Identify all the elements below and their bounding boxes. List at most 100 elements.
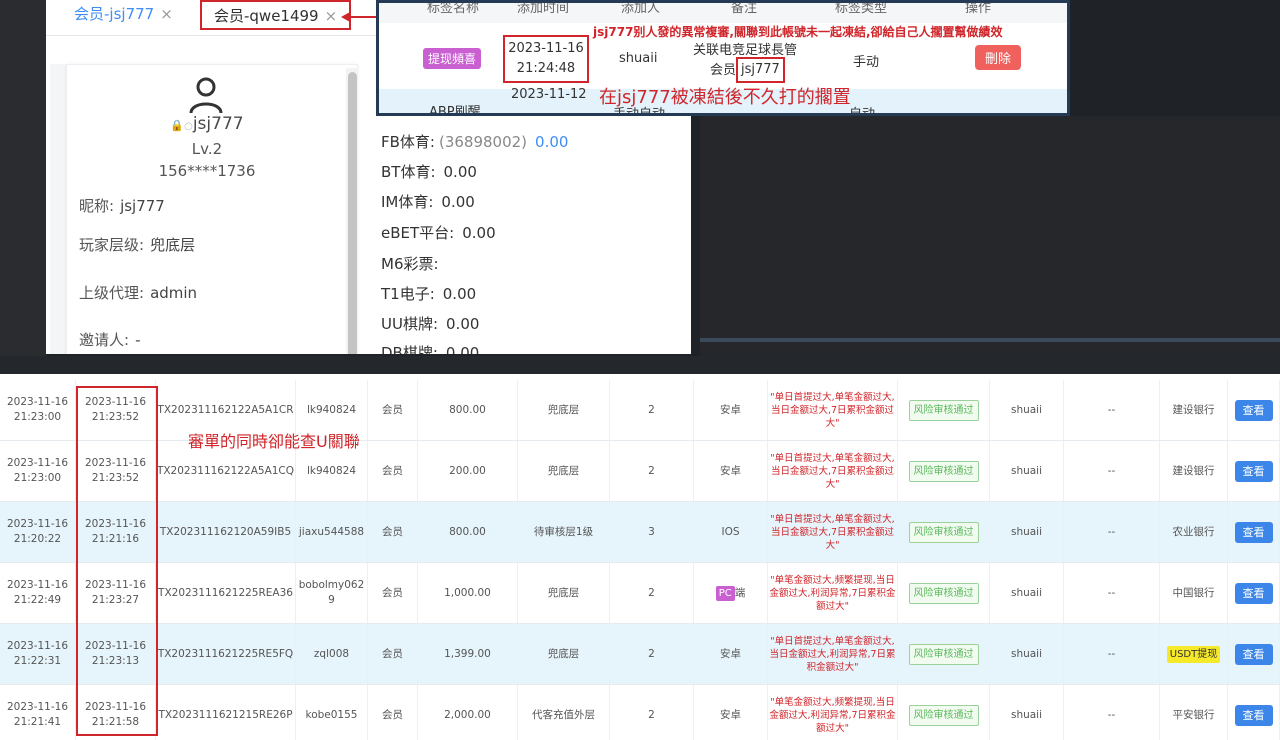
- cell-text: IOS: [721, 525, 740, 538]
- cell-action: 查看: [1228, 380, 1280, 440]
- close-icon[interactable]: ×: [160, 5, 173, 23]
- cell-reviewer: shuaii: [990, 624, 1064, 684]
- view-button[interactable]: 查看: [1234, 460, 1273, 482]
- view-button[interactable]: 查看: [1234, 643, 1273, 665]
- inviter-label: 邀请人:: [79, 331, 130, 349]
- cell-text: --: [1107, 525, 1116, 538]
- cell-role: 会员: [368, 502, 418, 562]
- cell-action: 查看: [1228, 502, 1280, 562]
- cell-device: 安卓: [694, 624, 768, 684]
- cell-action: 查看: [1228, 563, 1280, 623]
- tag-add-time: 2023-11-16 21:24:48: [503, 35, 589, 83]
- cell-text: shuaii: [1010, 708, 1043, 721]
- background-gap: [0, 356, 1280, 374]
- inviter-row: 邀请人: -: [79, 329, 140, 350]
- cell-text: shuaii: [1010, 586, 1043, 599]
- nickname-value: jsj777: [120, 197, 165, 215]
- tier-label: 玩家层级:: [79, 236, 145, 254]
- background-right: [700, 116, 1280, 366]
- cell-reviewer: shuaii: [990, 380, 1064, 440]
- balance-label: T1电子:: [381, 285, 435, 303]
- header-remark: 备注: [731, 1, 758, 16]
- cell-bank: 建设银行: [1160, 380, 1228, 440]
- cell-reviewer: shuaii: [990, 502, 1064, 562]
- cell-text: TX2023111621225REA36: [158, 586, 293, 599]
- cell-status: 风险审核通过: [898, 563, 990, 623]
- cell-status: 风险审核通过: [898, 380, 990, 440]
- cell-text: 2023-11-16 21:22:31: [6, 640, 69, 667]
- cell-text: kobe0155: [305, 708, 358, 721]
- cell-text: "单日首提过大,单笔金额过大,当日金额过大,7日累积金额过大": [770, 452, 895, 490]
- cell-text: jiaxu544588: [298, 525, 365, 538]
- cell-reviewed: 2023-11-16 21:21:58: [76, 685, 156, 740]
- cell-text: "单日首提过大,单笔金额过大,当日金额过大,7日累积金额过大": [770, 391, 895, 429]
- cell-text: 3: [648, 525, 655, 538]
- cell-text: shuaii: [1010, 464, 1043, 477]
- cell-role: 会员: [368, 380, 418, 440]
- header-adder: 添加人: [621, 1, 661, 16]
- cell-order: TX2023111621215RE26P: [156, 685, 296, 740]
- cell-role: 会员: [368, 441, 418, 501]
- tab-member-qwe1499[interactable]: 会员-qwe1499 ×: [200, 0, 352, 30]
- cell-text: --: [1107, 647, 1116, 660]
- cell-device: PC 端: [694, 563, 768, 623]
- cell-text: 2023-11-16 21:23:00: [6, 457, 69, 484]
- cell-text: 800.00: [449, 403, 486, 416]
- cell-tier: 兜底层: [518, 380, 610, 440]
- tier-value: 兜底层: [150, 236, 196, 254]
- delete-button[interactable]: 刪除: [975, 45, 1022, 70]
- cell-amount: 1,399.00: [418, 624, 518, 684]
- cell-role: 会员: [368, 563, 418, 623]
- cell-reviewed: 2023-11-16 21:21:16: [76, 502, 156, 562]
- cell-text: 会员: [382, 708, 403, 721]
- cell-text: 2: [648, 586, 655, 599]
- tag-list-excerpt: 标签名称 添加时间 添加人 备注 标签类型 操作 ABP刷醒 2023-11-1…: [376, 0, 1070, 116]
- cell-text: 200.00: [449, 464, 486, 477]
- row2-tag: ABP刷醒: [429, 105, 481, 116]
- cell-text: 安卓: [720, 403, 741, 416]
- balance-label: FB体育:: [381, 133, 435, 151]
- status-badge: 风险审核通过: [908, 521, 979, 543]
- cell-action: 查看: [1228, 624, 1280, 684]
- cell-amount: 800.00: [418, 502, 518, 562]
- cell-remark: --: [1064, 563, 1160, 623]
- view-button[interactable]: 查看: [1234, 704, 1273, 726]
- cell-count: 3: [610, 502, 694, 562]
- cell-text: 2023-11-16 21:21:58: [84, 701, 147, 728]
- status-dot-icon: ○: [184, 121, 193, 132]
- cell-text: 1,000.00: [444, 586, 491, 599]
- annotation-table-note: 審單的同時卻能查U關聯: [188, 432, 360, 451]
- view-button[interactable]: 查看: [1234, 399, 1273, 421]
- cell-text: --: [1107, 464, 1116, 477]
- balance-label: IM体育:: [381, 193, 434, 211]
- header-tag-name: 标签名称: [427, 1, 480, 16]
- cell-text: TX2023111621215RE26P: [158, 708, 293, 721]
- cell-created: 2023-11-16 21:21:41: [0, 685, 76, 740]
- balance-label: eBET平台:: [381, 224, 455, 242]
- view-button[interactable]: 查看: [1234, 521, 1273, 543]
- cell-tier: 兜底层: [518, 441, 610, 501]
- tab-label: 会员-qwe1499: [214, 7, 319, 25]
- table-row: 2023-11-16 21:22:49 2023-11-16 21:23:27 TX…: [0, 563, 1280, 624]
- row2-date: 2023-11-12: [511, 87, 587, 102]
- cell-text: 建设银行: [1172, 403, 1215, 416]
- view-button[interactable]: 查看: [1234, 582, 1273, 604]
- balance-amount: 0.00: [445, 344, 480, 354]
- balance-amount[interactable]: 0.00: [535, 133, 568, 151]
- cell-amount: 1,000.00: [418, 563, 518, 623]
- tab-member-jsj777[interactable]: 会员-jsj777 ×: [62, 0, 185, 30]
- cell-count: 2: [610, 441, 694, 501]
- annotation-note-top: jsj777别人發的異常複審,關聯到此帳號未一起凍結,卻給自己人擱置幫做績效: [593, 25, 1003, 39]
- profile-level: Lv.2: [191, 140, 223, 158]
- cell-text: shuaii: [1010, 647, 1043, 660]
- cell-reviewer: shuaii: [990, 441, 1064, 501]
- cell-created: 2023-11-16 21:20:22: [0, 502, 76, 562]
- close-icon[interactable]: ×: [325, 7, 338, 25]
- balance-label: UU棋牌:: [381, 315, 439, 333]
- cell-reviewer: shuaii: [990, 685, 1064, 740]
- cell-text: 2023-11-16 21:22:49: [6, 579, 69, 606]
- profile-username: 🔒○jsj777: [46, 114, 368, 134]
- tag-remark-line1: 关联电竞足球長管: [693, 43, 798, 58]
- status-badge: 风险审核通过: [908, 704, 979, 726]
- tag-date: 2023-11-16: [508, 41, 584, 56]
